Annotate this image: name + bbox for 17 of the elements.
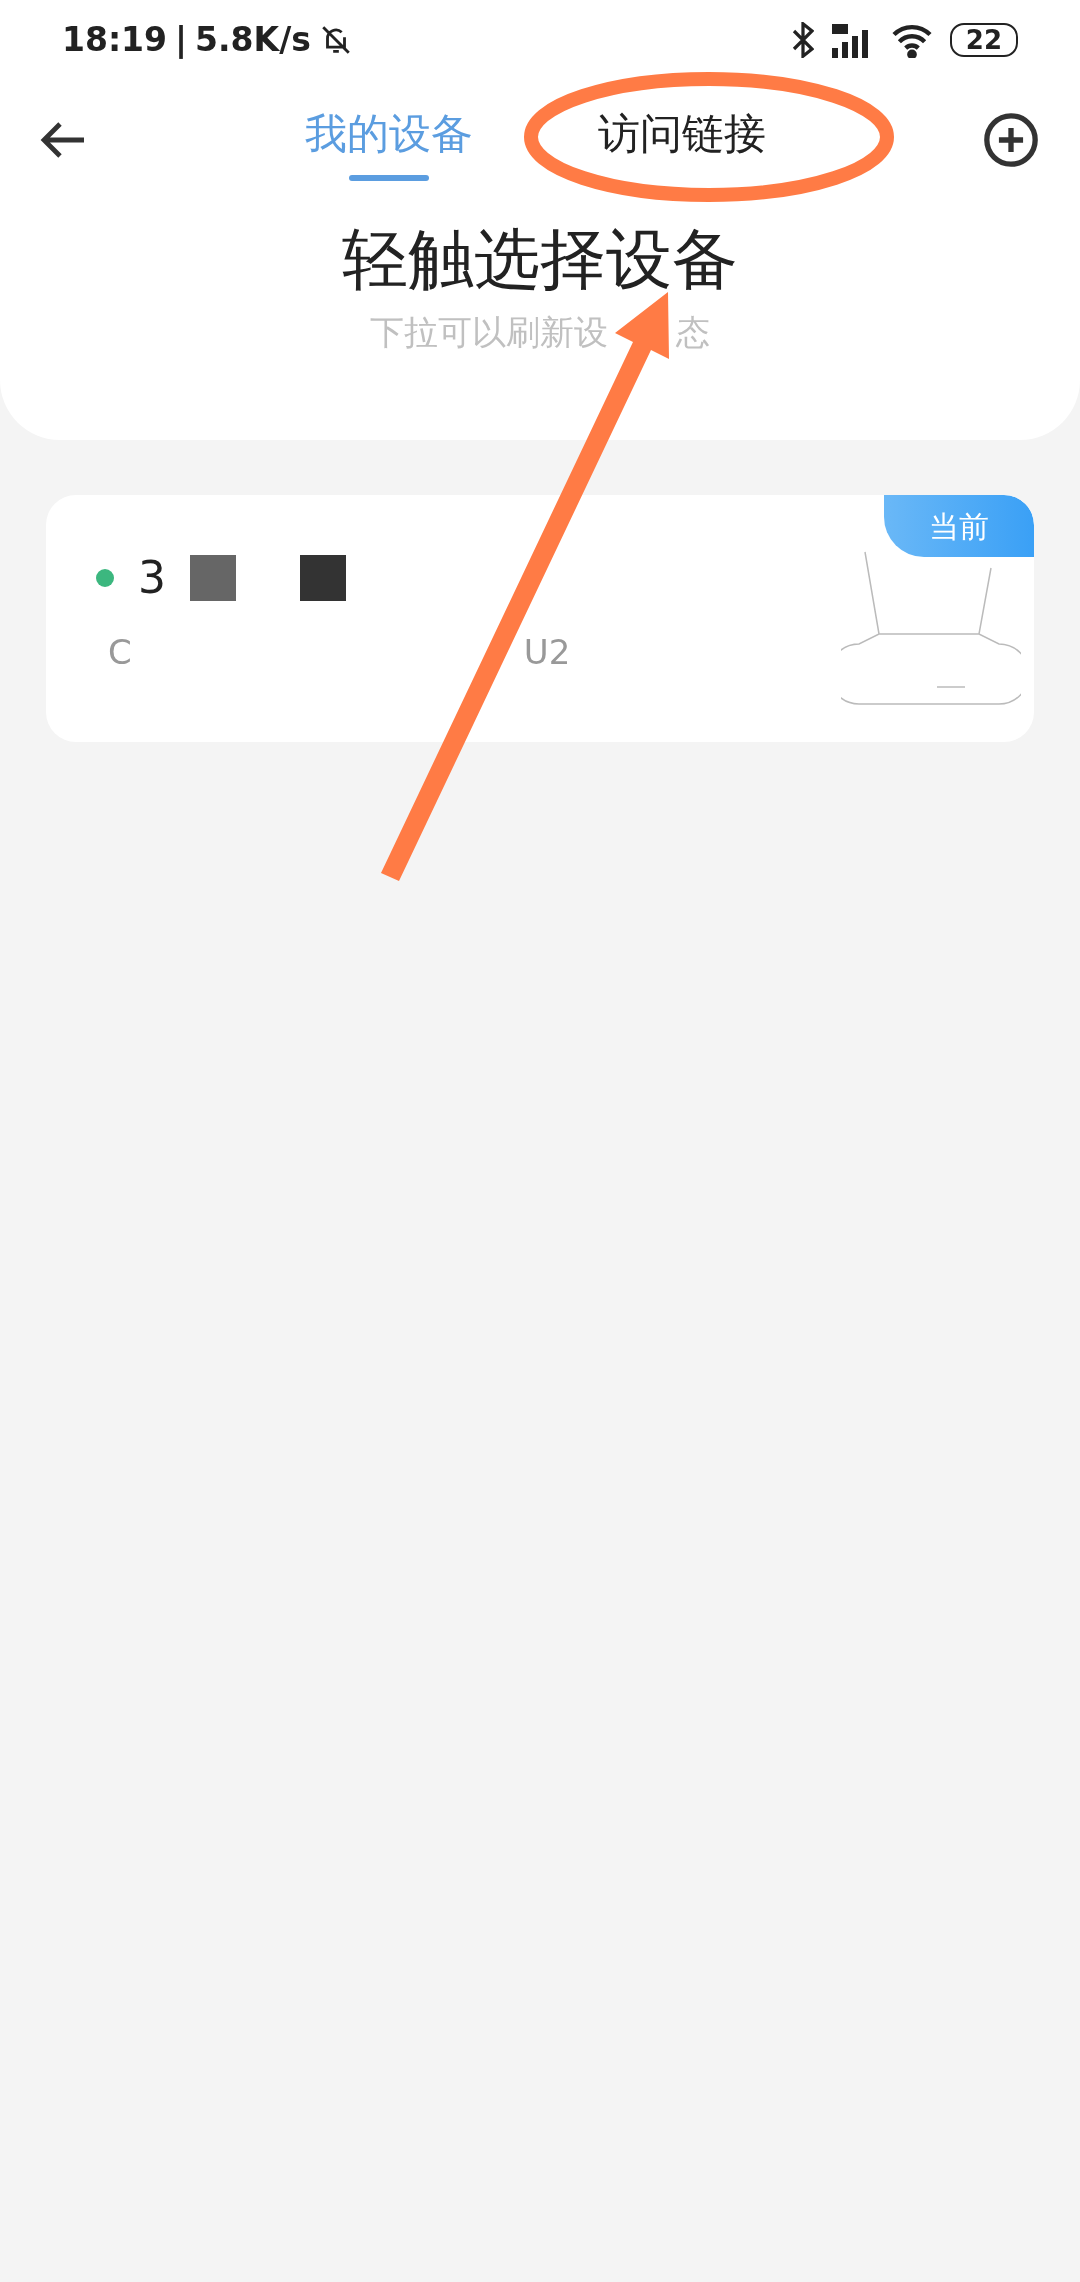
tab[interactable]: 访问链接 [598,98,766,182]
current-tag: 当前 [884,495,1034,557]
redaction-block [190,555,236,601]
refresh-hint: 态 [676,311,710,355]
battery-indicator: 22 [949,23,1018,57]
refresh-hint: 下拉可以刷新设 [370,311,608,355]
bluetooth-icon [791,22,814,58]
network-speed: 5.8K/s [195,19,311,62]
device-model: U2 [523,631,571,674]
add-circle-icon[interactable] [982,111,1040,169]
device-card[interactable]: 当前 3 C U2 [46,495,1034,742]
page-title: 轻触选择设备 [341,220,739,300]
separator-text: | [175,19,188,62]
device-model: C [108,631,132,674]
redaction-block [300,555,346,601]
clock: 18:19 [62,19,168,62]
device-name: 3 [138,551,166,605]
